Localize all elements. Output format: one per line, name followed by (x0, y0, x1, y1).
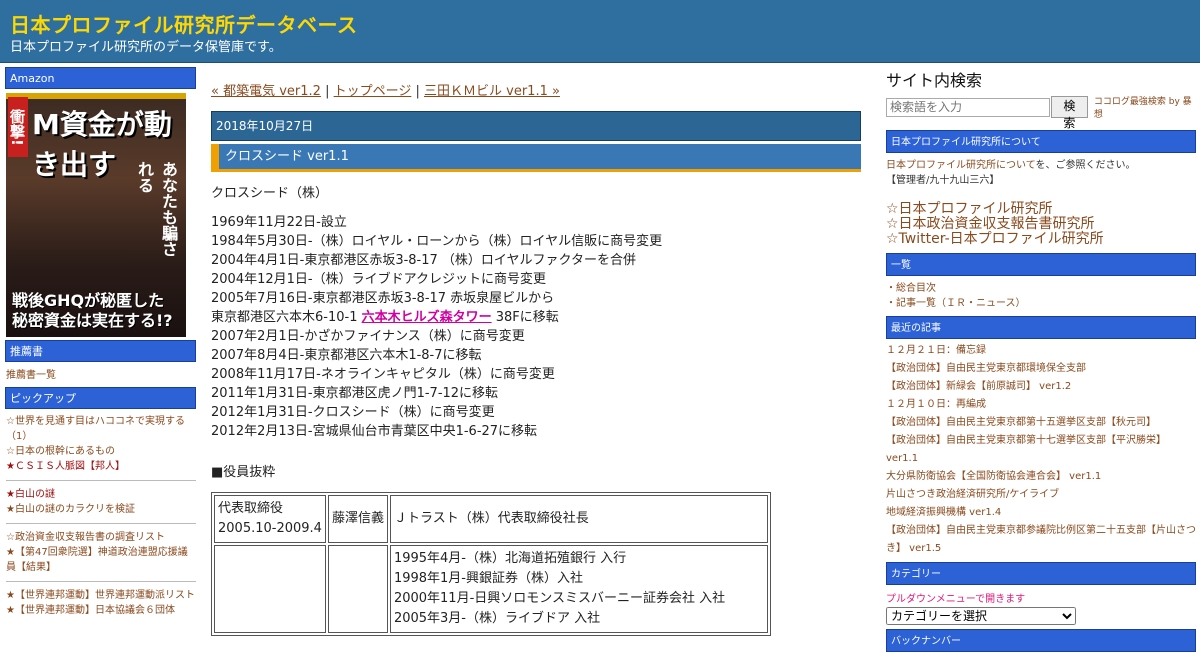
prev-post-link[interactable]: « 都築電気 ver1.2 (211, 84, 321, 99)
index-heading: 一覧 (886, 253, 1196, 276)
company-name: クロスシード（株） (211, 186, 329, 201)
external-link[interactable]: ☆日本プロファイル研究所 (886, 202, 1196, 217)
category-hint: プルダウンメニューで開きます (886, 594, 1026, 605)
recent-list: １２月２１日：備忘録 【政治団体】自由民主党東京都環境保全支部 【政治団体】新緑… (886, 342, 1196, 558)
history-item: 2007年2月1日-かざかファイナンス（株）に商号変更 (211, 329, 525, 344)
right-sidebar: サイト内検索 検索 ココログ最強検索 by 暴想 日本プロファイル研究所について… (886, 67, 1196, 652)
table-cell: 1995年4月-（株）北海道拓殖銀行 入行 1998年1月-興銀証券（株）入社 … (389, 545, 768, 633)
recent-link[interactable]: 【政治団体】自由民主党東京都参議院比例区第二十五支部【片山さつき】 ver1.5 (886, 522, 1196, 558)
cover-bottom-text: 戦後GHQが秘匿した秘密資金は実在する!? (12, 291, 173, 330)
search-credit[interactable]: ココログ最強検索 by 暴想 (1094, 94, 1196, 120)
category-select[interactable]: カテゴリーを選択 (886, 607, 1076, 625)
recent-link[interactable]: １２月１０日：再編成 (886, 396, 1196, 414)
pickup-heading: ピックアップ (5, 387, 196, 409)
history-item: 1969年11月22日-設立 (211, 215, 347, 230)
left-sidebar: Amazon 衝撃! M資金が動き出す あなたも騙される 戦後GHQが秘匿した秘… (5, 67, 196, 618)
table-cell: 代表取締役 2005.10-2009.4 (214, 495, 326, 543)
recent-link[interactable]: １２月２１日：備忘録 (886, 342, 1196, 360)
pickup-link[interactable]: ★白山の謎のカラクリを検証 (6, 502, 196, 517)
recent-link[interactable]: 【政治団体】新緑会【前原誠司】 ver1.2 (886, 378, 1196, 396)
pickup-link[interactable]: ★【第47回衆院選】神道政治連盟応援議員【結果】 (6, 545, 196, 575)
cover-vertical-text: あなたも騙される (135, 161, 178, 257)
pickup-link[interactable]: ★【世界連邦運動】日本協議会６団体 (6, 603, 196, 618)
external-link[interactable]: ☆日本政治資金収支報告書研究所 (886, 217, 1196, 232)
history-item: 2004年4月1日-東京都港区赤坂3-8-17 （株）ロイヤルファクターを合併 (211, 253, 637, 268)
cover-badge: 衝撃! (8, 97, 28, 157)
index-link[interactable]: ・記事一覧（ＩＲ・ニュース） (886, 296, 1196, 311)
post-date: 2018年10月27日 (211, 111, 861, 141)
divider (6, 523, 196, 524)
divider (6, 480, 196, 481)
book-cover-image[interactable]: 衝撃! M資金が動き出す あなたも騙される 戦後GHQが秘匿した秘密資金は実在す… (6, 93, 186, 337)
post-navigation: « 都築電気 ver1.2 | トップページ | 三田ＫＭビル ver1.1 » (211, 80, 861, 99)
history-item: 2008年11月17日-ネオラインキャピタル（株）に商号変更 (211, 367, 555, 382)
history-item: 2012年1月31日-クロスシード（株）に商号変更 (211, 405, 495, 420)
nav-separator: | (411, 84, 424, 99)
roppongi-hills-link[interactable]: 六本木ヒルズ森タワー (362, 310, 492, 325)
amazon-heading: Amazon (5, 67, 196, 89)
site-title[interactable]: 日本プロファイル研究所データベース (10, 9, 358, 38)
pickup-link[interactable]: ☆政治資金収支報告書の調査リスト (6, 530, 196, 545)
recent-link[interactable]: 地域経済振興機構 ver1.4 (886, 504, 1196, 522)
recommend-heading: 推薦書 (5, 340, 196, 362)
site-search-title: サイト内検索 (886, 71, 983, 90)
pickup-link[interactable]: ★ＣＳＩＳ人脈図【邦人】 (6, 459, 196, 474)
about-link[interactable]: 日本プロファイル研究所について (886, 160, 1036, 171)
backnumber-heading: バックナンバー (886, 629, 1196, 652)
category-heading: カテゴリー (886, 562, 1196, 585)
table-cell (327, 545, 388, 633)
external-link[interactable]: ☆Twitter-日本プロファイル研究所 (886, 232, 1196, 247)
table-cell (214, 545, 326, 633)
index-link[interactable]: ・総合目次 (886, 281, 1196, 296)
site-header: 日本プロファイル研究所データベース 日本プロファイル研究所のデータ保管庫です。 (0, 0, 1200, 63)
site-subtitle: 日本プロファイル研究所のデータ保管庫です。 (10, 40, 282, 55)
history-item-move: 東京都港区六本木6-10-1 六本木ヒルズ森タワー 38Fに移転 (211, 308, 861, 327)
post-title[interactable]: クロスシード ver1.1 (211, 144, 861, 172)
external-links: ☆日本プロファイル研究所 ☆日本政治資金収支報告書研究所 ☆Twitter-日本… (886, 202, 1196, 247)
pickup-link[interactable]: ★白山の謎 (6, 487, 196, 502)
history-list: 1969年11月22日-設立 1984年5月30日-（株）ロイヤル・ローンから（… (211, 213, 861, 441)
recent-link[interactable]: 【政治団体】自由民主党東京都第十五選挙区支部【秋元司】 (886, 414, 1196, 432)
recent-link[interactable]: 【政治団体】自由民主党東京都第十七選挙区支部【平沢勝栄】 ver1.1 (886, 432, 1196, 468)
history-item: 1984年5月30日-（株）ロイヤル・ローンから（株）ロイヤル信販に商号変更 (211, 234, 663, 249)
recent-link[interactable]: 片山さつき政治経済研究所/ケイライブ (886, 486, 1196, 504)
table-row: 代表取締役 2005.10-2009.4 藤澤信義 Ｊトラスト（株）代表取締役社長 (214, 495, 768, 543)
search-input[interactable] (886, 97, 1050, 117)
cover-band (6, 93, 186, 99)
recommend-list-link[interactable]: 推薦書一覧 (6, 368, 196, 383)
divider (6, 581, 196, 582)
move-prefix: 東京都港区六本木6-10-1 (211, 310, 362, 325)
officers-heading: ■役員抜粋 (211, 465, 276, 480)
pickup-link[interactable]: ☆日本の根幹にあるもの (6, 444, 196, 459)
history-item: 2004年12月1日-（株）ライブドアクレジットに商号変更 (211, 272, 546, 287)
about-text: 日本プロファイル研究所についてを、ご参照ください。 (886, 160, 1136, 171)
table-row: 1995年4月-（株）北海道拓殖銀行 入行 1998年1月-興銀証券（株）入社 … (214, 545, 768, 633)
recent-link[interactable]: 大分県防衛協会【全国防衛協会連合会】 ver1.1 (886, 468, 1196, 486)
search-button[interactable]: 検索 (1050, 96, 1088, 130)
nav-separator: | (320, 84, 334, 99)
post-body: クロスシード（株） 1969年11月22日-設立 1984年5月30日-（株）ロ… (211, 184, 861, 636)
history-item: 2007年8月4日-東京都港区六本木1-8-7に移転 (211, 348, 482, 363)
admin-name: 【管理者/九十九山三六】 (886, 175, 1000, 186)
about-heading: 日本プロファイル研究所について (886, 130, 1196, 153)
recent-link[interactable]: 【政治団体】自由民主党東京都環境保全支部 (886, 360, 1196, 378)
officers-table: 代表取締役 2005.10-2009.4 藤澤信義 Ｊトラスト（株）代表取締役社長… (211, 492, 771, 636)
next-post-link[interactable]: 三田ＫＭビル ver1.1 » (424, 84, 560, 99)
history-item: 2012年2月13日-宮城県仙台市青葉区中央1-6-27に移転 (211, 424, 538, 439)
move-suffix: 38Fに移転 (491, 310, 559, 325)
top-page-link[interactable]: トップページ (334, 84, 412, 99)
history-item: 2005年7月16日-東京都港区赤坂3-8-17 赤坂泉屋ビルから (211, 291, 555, 306)
table-cell: Ｊトラスト（株）代表取締役社長 (389, 495, 768, 543)
pickup-link[interactable]: ☆世界を見通す目はハココネで実現する（1） (6, 414, 196, 444)
recent-heading: 最近の記事 (886, 316, 1196, 339)
main-content: « 都築電気 ver1.2 | トップページ | 三田ＫＭビル ver1.1 »… (211, 80, 861, 636)
history-item: 2011年1月31日-東京都港区虎ノ門1-7-12に移転 (211, 386, 499, 401)
pickup-link[interactable]: ★【世界連邦運動】世界連邦運動派リスト (6, 588, 196, 603)
site-search-form: 検索 ココログ最強検索 by 暴想 (886, 94, 1196, 130)
table-cell: 藤澤信義 (327, 495, 388, 543)
